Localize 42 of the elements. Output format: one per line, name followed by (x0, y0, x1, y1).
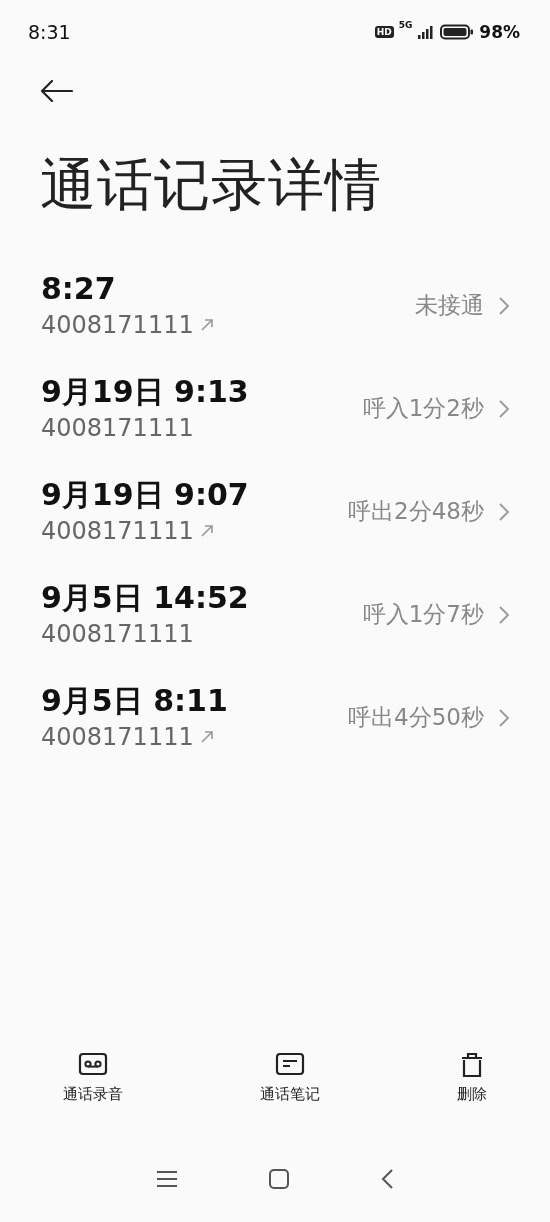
call-entry[interactable]: 9月5日 14:52 4008171111 呼入1分7秒 (0, 563, 550, 666)
back-nav-button[interactable] (380, 1168, 394, 1190)
phone-number: 4008171111 (41, 309, 194, 341)
call-result: 呼入1分2秒 (362, 394, 484, 423)
home-button[interactable] (268, 1168, 290, 1190)
chevron-right-icon (498, 604, 510, 625)
call-result: 呼出2分48秒 (348, 497, 484, 526)
call-result: 呼入1分7秒 (362, 600, 484, 629)
signal-icon (417, 25, 436, 39)
battery-level: 98% (479, 22, 520, 42)
phone-number: 4008171111 (41, 412, 194, 444)
call-time: 9月19日 9:07 (41, 475, 249, 514)
call-entry[interactable]: 9月19日 9:13 4008171111 呼入1分2秒 (0, 357, 550, 460)
back-arrow-icon (40, 80, 74, 102)
chevron-right-icon (498, 398, 510, 419)
action-button[interactable]: 通话笔记 (260, 1051, 320, 1104)
call-time: 9月19日 9:13 (41, 372, 249, 411)
phone-number: 4008171111 (41, 721, 194, 753)
chevron-right-icon (498, 501, 510, 522)
phone-number: 4008171111 (41, 515, 194, 547)
chevron-right-icon (498, 295, 510, 316)
action-button[interactable]: 通话录音 (63, 1051, 123, 1104)
call-time: 9月5日 8:11 (41, 681, 228, 720)
hd-badge: HD (374, 26, 394, 38)
call-time: 8:27 (41, 269, 117, 308)
menu-icon (156, 1170, 178, 1188)
back-chevron-icon (380, 1168, 394, 1190)
status-time: 8:31 (28, 21, 71, 43)
square-icon (268, 1168, 290, 1190)
menu-button[interactable] (156, 1170, 178, 1188)
call-entry[interactable]: 8:27 4008171111 未接通 (0, 254, 550, 357)
page-title: 通话记录详情 (40, 151, 383, 219)
call-entry[interactable]: 9月5日 8:11 4008171111 呼出4分50秒 (0, 666, 550, 769)
action-button[interactable]: 删除 (457, 1051, 487, 1104)
phone-number: 4008171111 (41, 618, 194, 650)
call-result: 未接通 (415, 291, 484, 320)
network-label: 5G (398, 20, 413, 30)
call-entry[interactable]: 9月19日 9:07 4008171111 呼出2分48秒 (0, 460, 550, 563)
chevron-right-icon (498, 707, 510, 728)
call-time: 9月5日 14:52 (41, 578, 249, 617)
battery-icon (440, 24, 475, 40)
call-result: 呼出4分50秒 (348, 703, 484, 732)
